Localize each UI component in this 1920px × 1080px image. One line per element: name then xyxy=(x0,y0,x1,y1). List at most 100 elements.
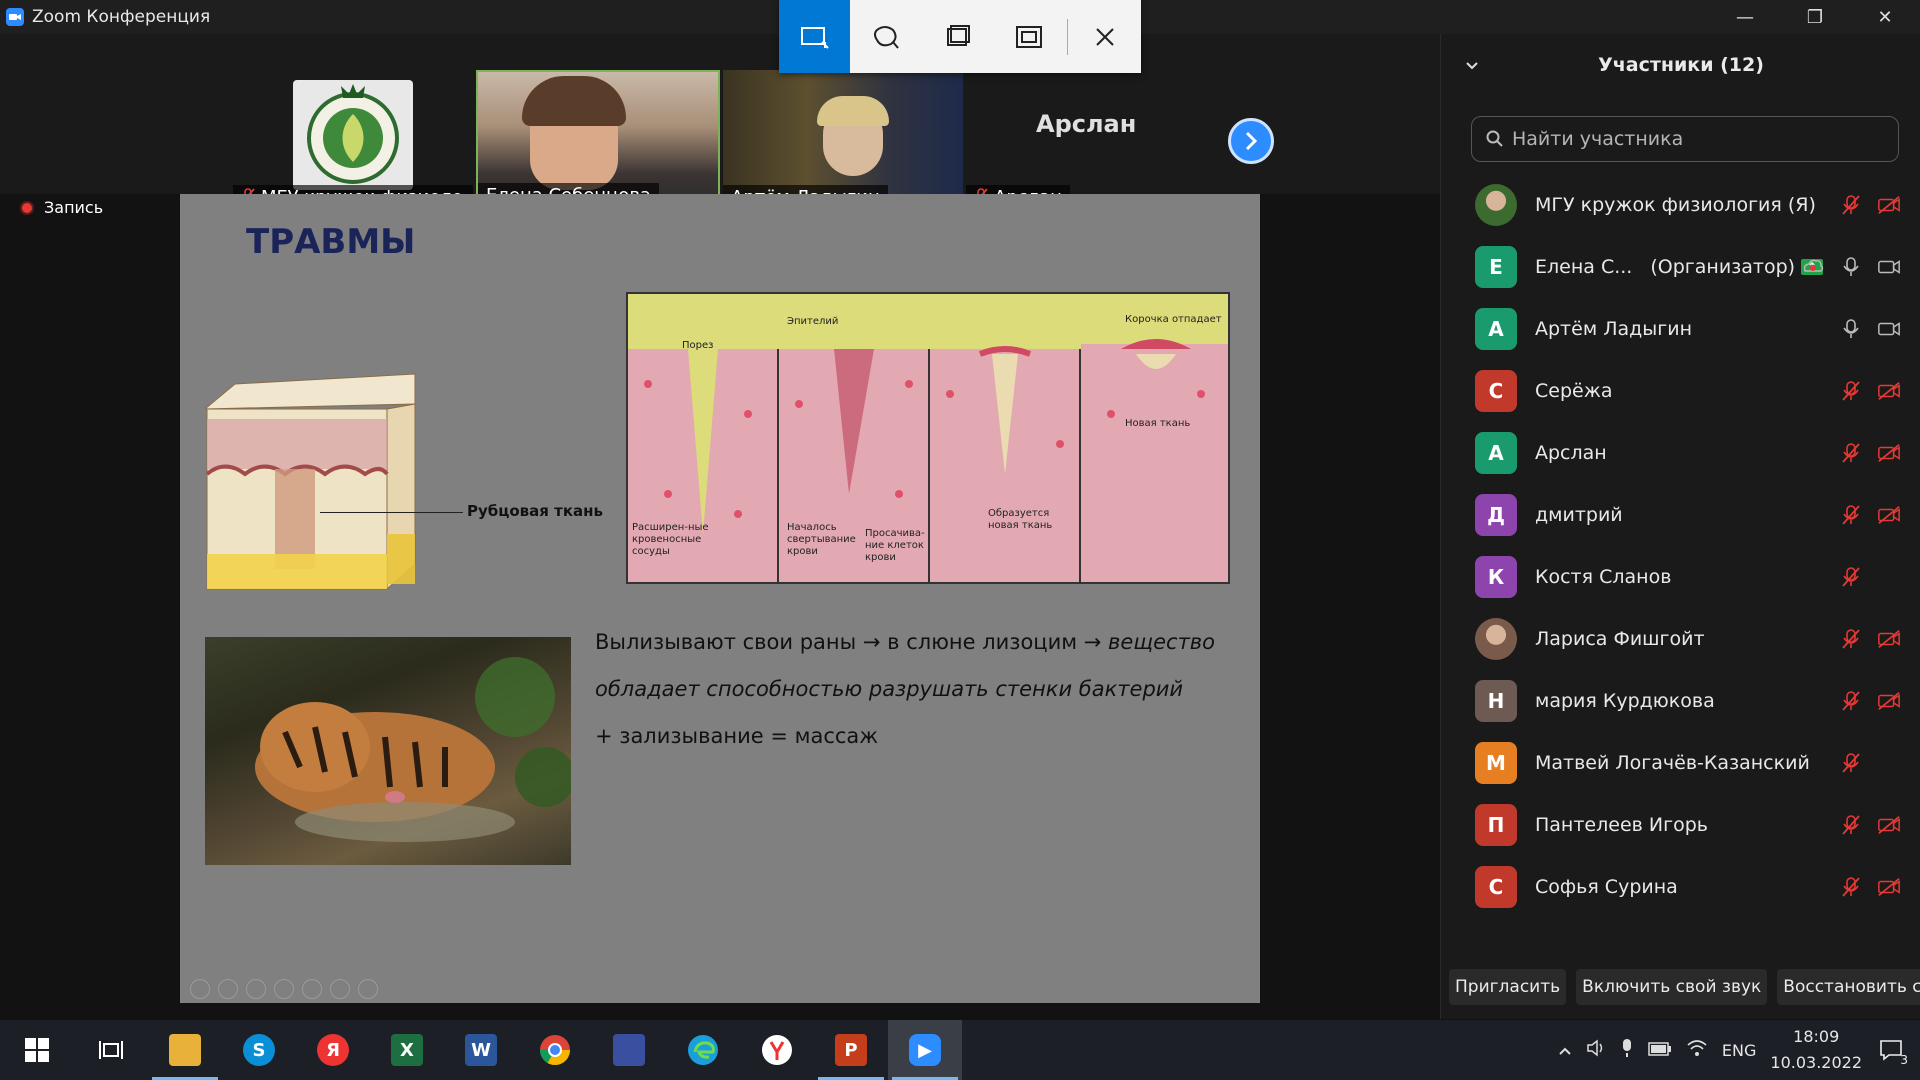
powerpoint-taskbar[interactable]: P xyxy=(814,1020,888,1080)
minimize-button[interactable]: — xyxy=(1710,0,1780,34)
participant-status-icons xyxy=(1839,732,1901,794)
restore-button[interactable]: ❐ xyxy=(1780,0,1850,34)
participant-name: Лариса Фишгойт xyxy=(1535,628,1705,650)
wound-stage-3: Образуется новая ткань xyxy=(930,294,1081,582)
slide-subtitles-icon[interactable] xyxy=(330,979,350,999)
avatar xyxy=(1475,618,1517,660)
show-hidden-icons-icon[interactable] xyxy=(1558,1041,1572,1060)
participant-name: Артём Ладыгин xyxy=(1535,318,1693,340)
participant-row[interactable]: С Серёжа xyxy=(1441,360,1920,422)
video-tile-artem[interactable]: Артём Ладыгин xyxy=(723,70,963,210)
window-snip-button[interactable] xyxy=(922,0,993,73)
snip-toolbar xyxy=(779,0,1141,73)
video-tile-arslan[interactable]: Арслан Арслан xyxy=(966,70,1206,210)
chrome-icon xyxy=(540,1035,570,1066)
slide-pen-icon[interactable] xyxy=(246,979,266,999)
slide-next-icon[interactable] xyxy=(218,979,238,999)
start-button[interactable] xyxy=(0,1020,74,1080)
mic-muted-icon xyxy=(1839,689,1863,713)
avatar: Д xyxy=(1475,494,1517,536)
participant-row[interactable]: М Матвей Логачёв-Казанский xyxy=(1441,732,1920,794)
participant-row[interactable]: П Пантелеев Игорь xyxy=(1441,794,1920,856)
invite-button[interactable]: Пригласить xyxy=(1449,969,1567,1005)
chrome-taskbar[interactable] xyxy=(518,1020,592,1080)
close-button[interactable]: ✕ xyxy=(1850,0,1920,34)
word-taskbar[interactable]: W xyxy=(444,1020,518,1080)
participant-search[interactable] xyxy=(1471,116,1899,162)
windows-logo-icon xyxy=(25,1038,49,1062)
folder-icon xyxy=(169,1034,201,1066)
notification-count: 3 xyxy=(1900,1053,1908,1067)
wound-label-vessels: Расширен-ные кровеносные сосуды xyxy=(632,522,709,557)
fullscreen-snip-button[interactable] xyxy=(993,0,1064,73)
word-icon: W xyxy=(465,1034,497,1066)
wound-label-cut: Порез xyxy=(682,340,714,351)
zoom-taskbar[interactable]: ▶ xyxy=(888,1020,962,1080)
mic-muted-icon xyxy=(1839,813,1863,837)
participant-row[interactable]: МГУ кружок физиология (Я) xyxy=(1441,174,1920,236)
battery-icon[interactable] xyxy=(1648,1041,1672,1060)
participant-list: МГУ кружок физиология (Я) Е Елена С... (Орг… xyxy=(1441,174,1920,918)
close-snip-button[interactable] xyxy=(1070,0,1141,73)
search-input[interactable] xyxy=(1512,128,1892,150)
system-clock[interactable]: 18:09 10.03.2022 xyxy=(1770,1024,1862,1076)
avatar: А xyxy=(1475,432,1517,474)
video-none-placeholder xyxy=(1877,751,1901,775)
unmute-self-button[interactable]: Включить свой звук xyxy=(1576,969,1768,1005)
wound-stage-4: Корочка отпадает Новая ткань xyxy=(1081,294,1228,582)
wound-label-crust: Корочка отпадает xyxy=(1125,314,1222,325)
floppy-disk-icon xyxy=(613,1034,645,1066)
task-view-button[interactable] xyxy=(74,1020,148,1080)
skype-taskbar[interactable]: S xyxy=(222,1020,296,1080)
participant-row[interactable]: А Арслан xyxy=(1441,422,1920,484)
close-icon xyxy=(1096,27,1115,46)
skin-scar-diagram xyxy=(205,373,416,591)
freeform-snip-button[interactable] xyxy=(850,0,921,73)
next-page-button[interactable] xyxy=(1228,118,1274,164)
participant-name: Пантелеев Игорь xyxy=(1535,814,1708,836)
mic-muted-icon xyxy=(1839,875,1863,899)
participant-row[interactable]: ЕЕлена С...(Организатор)↑ xyxy=(1441,236,1920,298)
microphone-icon[interactable] xyxy=(1620,1038,1634,1062)
avatar: М xyxy=(1475,742,1517,784)
participant-row[interactable]: К Костя Сланов xyxy=(1441,546,1920,608)
participant-row[interactable]: Лариса Фишгойт xyxy=(1441,608,1920,670)
video-tile-elena[interactable]: Елена Себенцова xyxy=(476,70,720,210)
participants-panel: Участники (12) МГУ кружок физиология (Я)… xyxy=(1440,34,1920,1019)
slide-view-icon[interactable] xyxy=(274,979,294,999)
wound-stage-1: Порез Расширен-ные кровеносные сосуды xyxy=(628,294,779,582)
mic-muted-icon xyxy=(1839,379,1863,403)
yandex-browser-taskbar[interactable] xyxy=(740,1020,814,1080)
wound-label-clotting: Началось свертывание крови xyxy=(787,522,856,557)
slide-zoom-icon[interactable] xyxy=(302,979,322,999)
recording-indicator[interactable]: Запись xyxy=(20,198,103,217)
participant-row[interactable]: Нмария Курдюкова xyxy=(1441,670,1920,732)
input-language[interactable]: ENG xyxy=(1722,1041,1756,1060)
mic-icon xyxy=(1839,255,1863,279)
slide-more-icon[interactable] xyxy=(358,979,378,999)
participant-row[interactable]: Ддмитрий xyxy=(1441,484,1920,546)
skype-icon: S xyxy=(243,1034,275,1066)
participant-name: Арслан xyxy=(1535,442,1607,464)
volume-icon[interactable] xyxy=(1586,1039,1606,1061)
yandex-taskbar[interactable]: Я xyxy=(296,1020,370,1080)
excel-taskbar[interactable]: X xyxy=(370,1020,444,1080)
save-app-taskbar[interactable] xyxy=(592,1020,666,1080)
participant-name: Елена С... xyxy=(1535,256,1633,278)
rectangular-snip-button[interactable] xyxy=(779,0,851,73)
restore-status-button[interactable]: Восстановить статус xyxy=(1777,969,1920,1005)
participant-row[interactable]: А Артём Ладыгин xyxy=(1441,298,1920,360)
slide-prev-icon[interactable] xyxy=(190,979,210,999)
file-explorer-taskbar[interactable] xyxy=(148,1020,222,1080)
action-center-button[interactable]: 3 xyxy=(1876,1035,1908,1067)
wifi-icon[interactable] xyxy=(1686,1039,1708,1061)
avatar: Н xyxy=(1475,680,1517,722)
edge-taskbar[interactable] xyxy=(666,1020,740,1080)
mic-icon xyxy=(1839,317,1863,341)
video-off-icon xyxy=(1877,503,1901,527)
slide-text-line2: обладает способностью разрушать стенки б… xyxy=(595,677,1184,701)
video-tile-mgu[interactable]: МГУ кружок физиоло... xyxy=(233,70,473,210)
participant-status-icons xyxy=(1839,856,1901,918)
participant-row[interactable]: С Софья Сурина xyxy=(1441,856,1920,918)
wound-stage-2: Эпителий Началось свертывание крови Прос… xyxy=(779,294,930,582)
